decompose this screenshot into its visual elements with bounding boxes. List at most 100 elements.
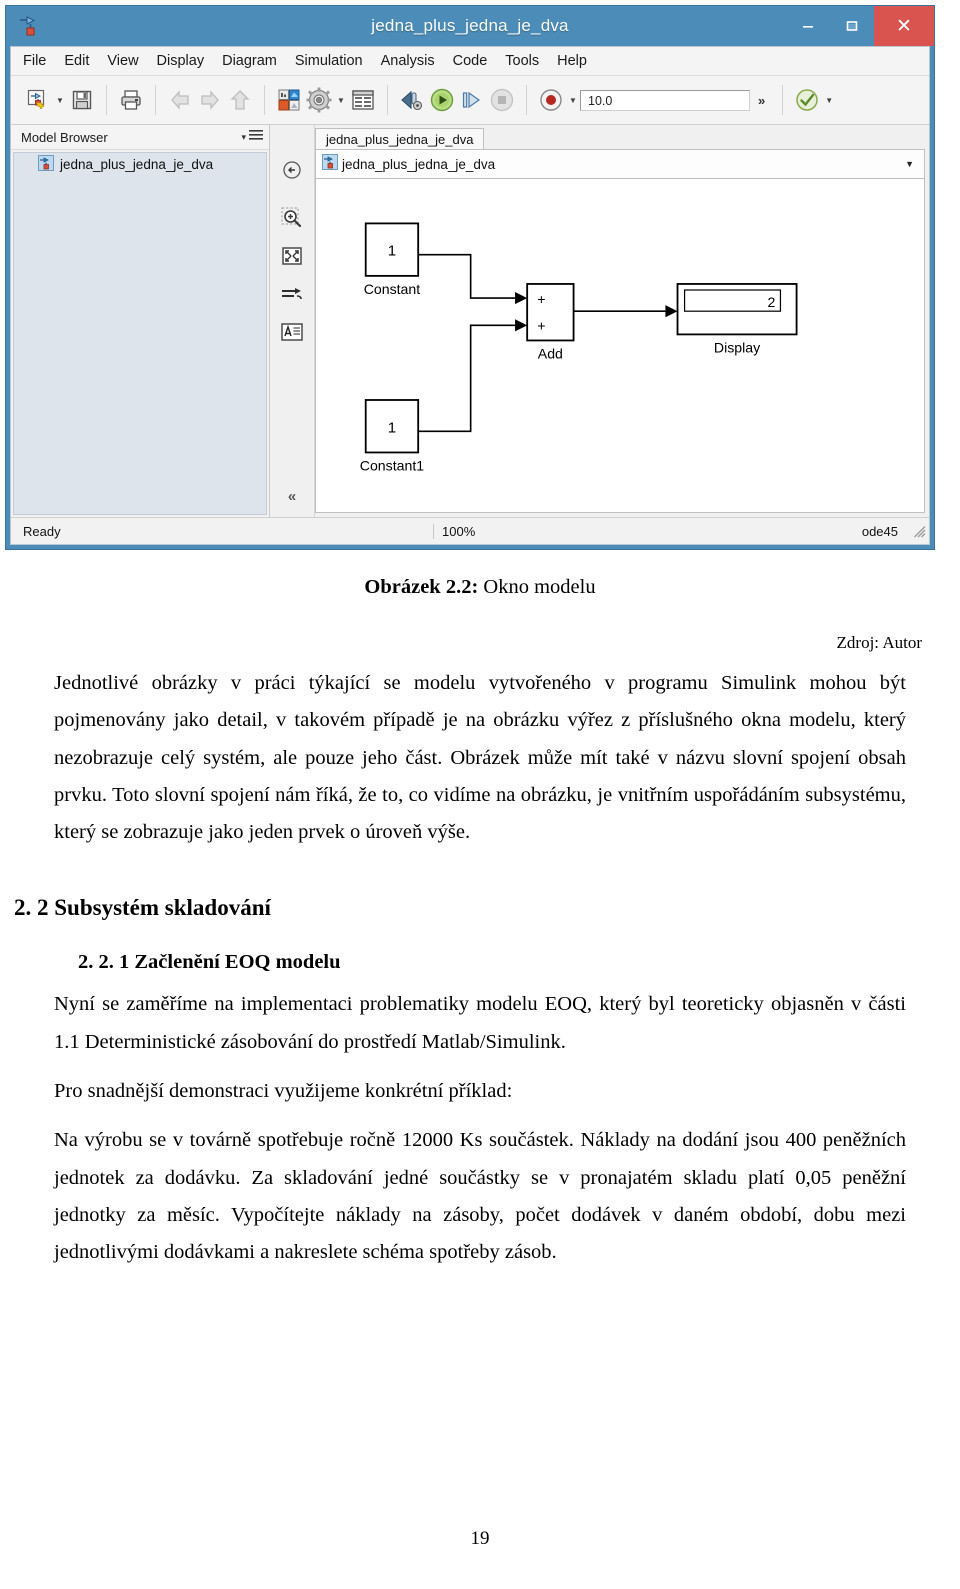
paragraph-1: Jednotlivé obrázky v práci týkající se m… bbox=[54, 672, 906, 844]
svg-text:2: 2 bbox=[768, 294, 776, 310]
svg-text:1: 1 bbox=[388, 419, 396, 436]
section-heading-2-2: 2. 2 Subsystém skladování bbox=[14, 895, 271, 921]
menu-help[interactable]: Help bbox=[557, 53, 587, 69]
check-model-caret-icon[interactable]: ▼ bbox=[822, 85, 836, 115]
editor-split: Model Browser ▾ jedna_plus_jedna_je_dva … bbox=[11, 125, 929, 517]
svg-text:Constant: Constant bbox=[364, 281, 421, 297]
menu-tools[interactable]: Tools bbox=[505, 53, 539, 69]
print-button[interactable] bbox=[116, 85, 146, 115]
list-menu-icon[interactable] bbox=[249, 128, 263, 146]
title-bar: jedna_plus_jedna_je_dva ✕ bbox=[6, 6, 934, 46]
paragraph-2: Nyní se zaměříme na implementaci problem… bbox=[54, 993, 906, 1053]
new-model-caret-icon[interactable]: ▼ bbox=[53, 85, 67, 115]
menu-file[interactable]: File bbox=[23, 53, 46, 69]
status-text: Ready bbox=[23, 523, 61, 539]
document-body: Obrázek 2.2: Okno modelu Zdroj: Autor Je… bbox=[0, 556, 960, 1272]
zoom-in-icon[interactable] bbox=[277, 203, 307, 233]
close-button[interactable]: ✕ bbox=[874, 6, 934, 46]
model-browser-title: Model Browser bbox=[21, 129, 108, 145]
update-diagram-button[interactable] bbox=[397, 85, 427, 115]
tab-model[interactable]: jedna_plus_jedna_je_dva bbox=[315, 128, 485, 149]
menu-edit[interactable]: Edit bbox=[64, 53, 89, 69]
simulink-block-diagram: 1 Constant 1 Constant1 + + Add 2 Display bbox=[360, 222, 798, 474]
model-browser-panel: Model Browser ▾ jedna_plus_jedna_je_dva bbox=[11, 125, 270, 517]
arrowhead bbox=[515, 319, 528, 332]
breadcrumb: jedna_plus_jedna_je_dva ▼ bbox=[315, 149, 925, 179]
model-browser-header: Model Browser ▾ bbox=[11, 125, 269, 150]
simulink-model-icon bbox=[38, 154, 54, 174]
svg-text:Display: Display bbox=[714, 340, 761, 356]
section-heading-2-2-1: 2. 2. 1 Začlenění EOQ modelu bbox=[78, 951, 341, 974]
svg-text:Constant1: Constant1 bbox=[360, 458, 424, 474]
editor-column: jedna_plus_jedna_je_dva jedna_plus_jedna… bbox=[315, 125, 929, 517]
editor-canvas-wrap: « jedna_plus_jedna_je_dva jedna_plus_jed… bbox=[270, 125, 929, 517]
editor-tabstrip: jedna_plus_jedna_je_dva bbox=[315, 127, 925, 149]
block-add[interactable]: + + Add bbox=[526, 283, 575, 362]
svg-text:+: + bbox=[537, 291, 545, 307]
forward-button[interactable] bbox=[195, 85, 225, 115]
fit-to-view-icon[interactable] bbox=[277, 241, 307, 271]
breadcrumb-label: jedna_plus_jedna_je_dva bbox=[342, 156, 496, 172]
simulation-stop-time-input[interactable]: 10.0 bbox=[580, 89, 750, 111]
block-constant[interactable]: 1 Constant bbox=[364, 222, 421, 297]
model-browser-tree[interactable]: jedna_plus_jedna_je_dva bbox=[13, 152, 267, 515]
record-caret-icon[interactable]: ▼ bbox=[566, 85, 580, 115]
model-browser-options-caret-icon[interactable]: ▾ bbox=[241, 132, 246, 143]
canvas-vertical-toolbar: « bbox=[270, 125, 315, 517]
back-button[interactable] bbox=[165, 85, 195, 115]
svg-text:+: + bbox=[537, 317, 545, 333]
menu-bar: File Edit View Display Diagram Simulatio… bbox=[11, 47, 929, 76]
window-client-area: File Edit View Display Diagram Simulatio… bbox=[10, 46, 930, 545]
figure-source: Zdroj: Autor bbox=[836, 633, 922, 652]
arrowhead bbox=[665, 305, 678, 318]
solver-name: ode45 bbox=[861, 523, 898, 539]
arrowhead bbox=[515, 292, 528, 305]
figure-caption: Obrázek 2.2: Okno modelu bbox=[0, 576, 960, 599]
stop-button[interactable] bbox=[487, 85, 517, 115]
figure-caption-text: Okno modelu bbox=[478, 576, 596, 598]
resize-grip-icon[interactable] bbox=[912, 524, 926, 538]
toolbar-overflow-button[interactable]: » bbox=[750, 93, 773, 108]
simulink-model-icon bbox=[322, 153, 338, 175]
record-button[interactable] bbox=[536, 85, 566, 115]
model-canvas[interactable]: 1 Constant 1 Constant1 + + Add 2 Display bbox=[315, 179, 925, 513]
menu-simulation[interactable]: Simulation bbox=[295, 53, 363, 69]
zoom-level: 100% bbox=[433, 523, 862, 539]
menu-analysis[interactable]: Analysis bbox=[381, 53, 435, 69]
svg-text:1: 1 bbox=[388, 243, 396, 260]
new-model-button[interactable] bbox=[23, 85, 53, 115]
model-explorer-button[interactable] bbox=[348, 85, 378, 115]
menu-view[interactable]: View bbox=[107, 53, 138, 69]
figure-caption-number: Obrázek 2.2: bbox=[364, 576, 479, 598]
run-button[interactable] bbox=[427, 85, 457, 115]
gear-icon[interactable] bbox=[304, 85, 334, 115]
save-button[interactable] bbox=[67, 85, 97, 115]
paragraph-4: Na výrobu se v továrně spotřebuje ročně … bbox=[54, 1129, 906, 1264]
simulink-model-window: jedna_plus_jedna_je_dva ✕ File Edit View… bbox=[5, 5, 935, 550]
collapse-panel-button[interactable]: « bbox=[288, 488, 296, 505]
tree-item-model[interactable]: jedna_plus_jedna_je_dva bbox=[14, 153, 266, 175]
menu-diagram[interactable]: Diagram bbox=[222, 53, 277, 69]
signal-arrow-icon[interactable] bbox=[277, 279, 307, 309]
check-model-button[interactable] bbox=[792, 85, 822, 115]
annotation-icon[interactable] bbox=[277, 317, 307, 347]
up-to-parent-button[interactable] bbox=[225, 85, 255, 115]
minimize-button[interactable] bbox=[786, 6, 830, 46]
back-circle-icon[interactable] bbox=[277, 155, 307, 185]
chevron-down-icon[interactable]: ▼ bbox=[905, 159, 918, 169]
maximize-button[interactable] bbox=[830, 6, 874, 46]
paragraph-3: Pro snadnější demonstraci využijeme konk… bbox=[54, 1080, 513, 1103]
tree-item-label: jedna_plus_jedna_je_dva bbox=[60, 156, 214, 172]
menu-display[interactable]: Display bbox=[157, 53, 205, 69]
gear-caret-icon[interactable]: ▼ bbox=[334, 85, 348, 115]
step-forward-button[interactable] bbox=[457, 85, 487, 115]
svg-text:Add: Add bbox=[538, 346, 563, 362]
simulink-model-icon bbox=[18, 14, 42, 38]
status-bar: Ready 100% ode45 bbox=[11, 517, 929, 544]
library-browser-button[interactable] bbox=[274, 85, 304, 115]
menu-code[interactable]: Code bbox=[453, 53, 488, 69]
page-number: 19 bbox=[470, 1528, 490, 1549]
block-constant1[interactable]: 1 Constant1 bbox=[360, 399, 424, 474]
block-display[interactable]: 2 Display bbox=[676, 283, 798, 356]
window-controls: ✕ bbox=[786, 6, 934, 46]
